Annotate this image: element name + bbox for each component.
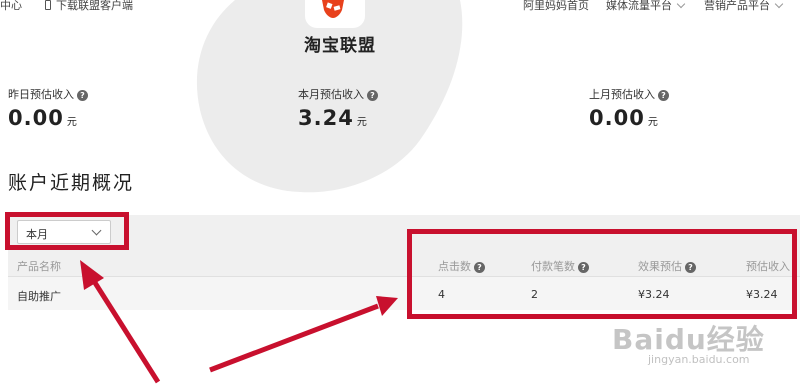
nav-marketing-platform[interactable]: 营销产品平台 [704,0,784,13]
stat-label-yesterday: 昨日预估收入? [8,86,88,102]
help-icon[interactable]: ? [658,90,669,101]
center-link[interactable]: 中心 [0,0,22,13]
nav-media-platform[interactable]: 媒体流量平台 [606,0,686,13]
help-icon[interactable]: ? [367,90,378,101]
watermark-url: jingyan.baidu.com [648,353,750,366]
chevron-down-icon [774,0,784,9]
stat-value-this-month: 3.24 元 [298,106,367,130]
stat-value-yesterday: 0.00 元 [8,106,77,130]
stat-value-last-month: 0.00 元 [589,106,658,130]
stat-label-this-month: 本月预估收入? [298,86,378,102]
top-navigation: 中心 下载联盟客户端 阿里妈妈首页 媒体流量平台 营销产品平台 [0,0,800,14]
download-client-link[interactable]: 下载联盟客户端 [45,0,133,13]
nav-alimama-home[interactable]: 阿里妈妈首页 [523,0,589,13]
section-title: 账户近期概况 [8,172,135,194]
watermark: Baidu经验 [612,323,765,356]
logo-text: 淘宝联盟 [304,36,376,56]
phone-icon [45,0,51,10]
stat-label-last-month: 上月预估收入? [589,86,669,102]
header-product-name: 产品名称 [17,260,61,273]
cell-product-name: 自助推广 [17,290,61,303]
chevron-down-icon [676,0,686,9]
annotation-box-period [5,212,129,250]
annotation-box-data [407,229,797,319]
taobao-union-logo-icon[interactable] [318,0,348,18]
help-icon[interactable]: ? [77,90,88,101]
